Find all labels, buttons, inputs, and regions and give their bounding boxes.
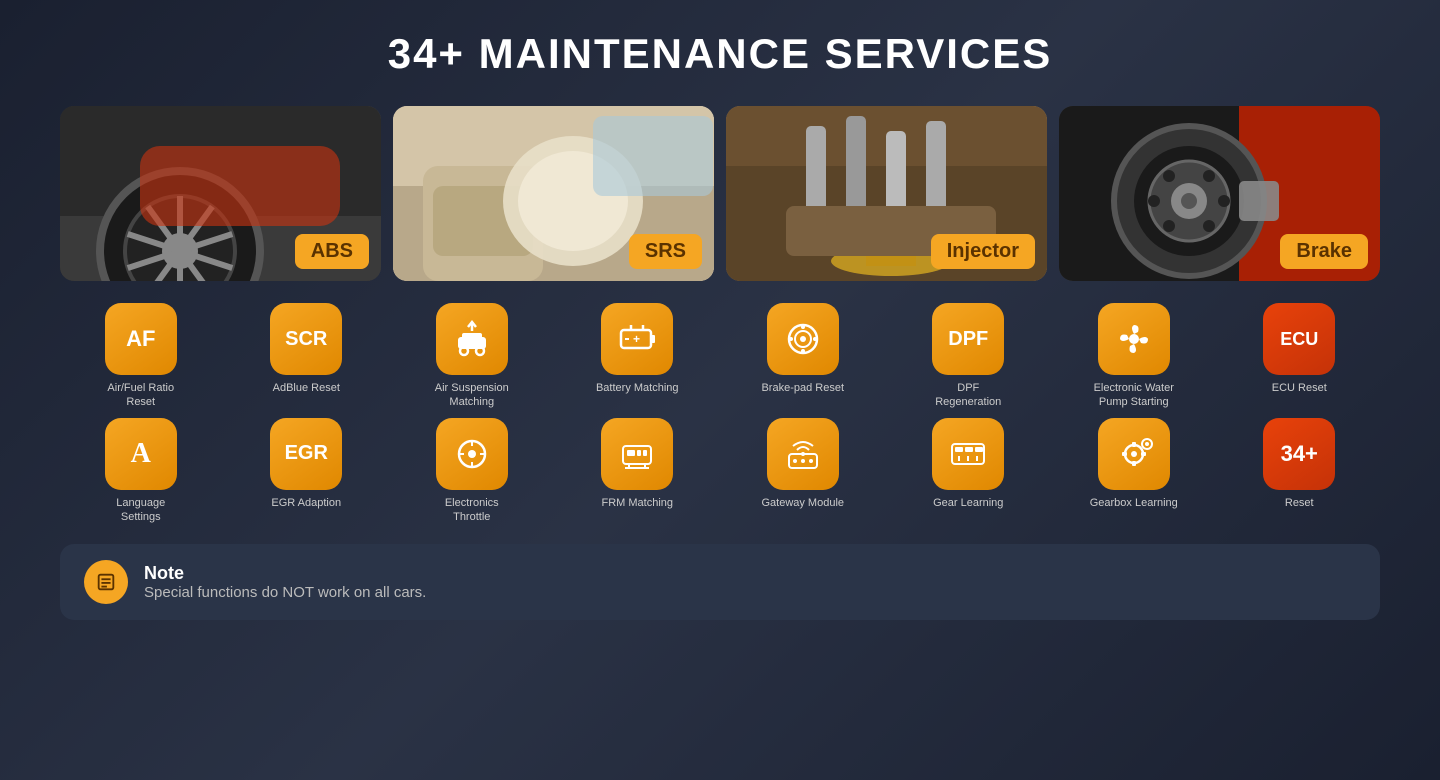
icon-box-reset: 34+ [1263,418,1335,490]
gear-label: Gear Learning [933,496,1003,510]
battery-icon: + [615,317,659,361]
brake-pad-icon [781,317,825,361]
card-srs[interactable]: SRS [393,106,714,281]
af-symbol: AF [126,326,155,352]
card-brake[interactable]: Brake [1059,106,1380,281]
icon-item-gear[interactable]: Gear Learning [888,418,1050,525]
dpf-symbol: DPF [948,328,988,351]
icon-item-brake-pad[interactable]: Brake-pad Reset [722,303,884,410]
icon-item-egr[interactable]: EGR EGR Adaption [226,418,388,525]
reset-label: Reset [1285,496,1314,510]
brake-pad-label: Brake-pad Reset [761,381,844,395]
icon-item-gearbox[interactable]: Gearbox Learning [1053,418,1215,525]
egr-label: EGR Adaption [271,496,341,510]
ecu-label: ECU Reset [1272,381,1327,395]
ecu-symbol: ECU [1280,329,1318,350]
card-injector-label: Injector [931,234,1035,269]
note-content: Note Special functions do NOT work on al… [144,563,426,601]
icon-box-af: AF [105,303,177,375]
icon-item-ecu[interactable]: ECU ECU Reset [1219,303,1381,410]
note-bar: Note Special functions do NOT work on al… [60,544,1380,620]
router-icon [781,432,825,476]
icon-box-air-suspension [436,303,508,375]
icon-box-battery: + [601,303,673,375]
language-symbol: A [131,438,151,470]
icon-box-brake-pad [767,303,839,375]
icon-item-af[interactable]: AF Air/Fuel Ratio Reset [60,303,222,410]
car-up-icon [450,317,494,361]
icon-item-throttle[interactable]: Electronics Throttle [391,418,553,525]
scr-symbol: SCR [285,328,327,351]
scr-label: AdBlue Reset [273,381,340,395]
icon-box-frm [601,418,673,490]
icon-box-ecu: ECU [1263,303,1335,375]
icon-item-battery[interactable]: + Battery Matching [557,303,719,410]
icon-box-gear [932,418,1004,490]
card-injector[interactable]: Injector [726,106,1047,281]
note-description: Special functions do NOT work on all car… [144,584,426,601]
icon-item-scr[interactable]: SCR AdBlue Reset [226,303,388,410]
icon-box-dpf: DPF [932,303,1004,375]
icon-box-scr: SCR [270,303,342,375]
image-cards-row: ABS SRS [60,106,1380,281]
icon-item-language[interactable]: A Language Settings [60,418,222,525]
throttle-icon [450,432,494,476]
note-title: Note [144,563,426,584]
battery-label: Battery Matching [596,381,679,395]
icon-box-gearbox [1098,418,1170,490]
language-label: Language Settings [96,496,186,525]
icons-grid: AF Air/Fuel Ratio Reset SCR AdBlue Reset… [60,303,1380,524]
frm-icon [615,432,659,476]
gateway-label: Gateway Module [761,496,844,510]
fan-icon [1112,317,1156,361]
icon-item-reset[interactable]: 34+ Reset [1219,418,1381,525]
note-icon [84,560,128,604]
icon-box-gateway [767,418,839,490]
card-abs-label: ABS [295,234,369,269]
air-suspension-label: Air Suspension Matching [427,381,517,410]
svg-text:+: + [633,332,640,346]
gearbox-label: Gearbox Learning [1090,496,1178,510]
gear-dial-icon [946,432,990,476]
icon-box-egr: EGR [270,418,342,490]
icon-item-gateway[interactable]: Gateway Module [722,418,884,525]
icon-box-water-pump [1098,303,1170,375]
reset-symbol: 34+ [1281,441,1318,467]
card-abs[interactable]: ABS [60,106,381,281]
page-title: 34+ MAINTENANCE SERVICES [388,30,1053,78]
icon-item-dpf[interactable]: DPF DPF Regeneration [888,303,1050,410]
icon-item-frm[interactable]: FRM Matching [557,418,719,525]
water-pump-label: Electronic Water Pump Starting [1089,381,1179,410]
dpf-label: DPF Regeneration [923,381,1013,410]
icon-item-air-suspension[interactable]: Air Suspension Matching [391,303,553,410]
gearbox-icon [1112,432,1156,476]
egr-symbol: EGR [285,442,328,465]
icon-box-language: A [105,418,177,490]
frm-label: FRM Matching [601,496,673,510]
card-brake-label: Brake [1280,234,1368,269]
card-srs-label: SRS [629,234,702,269]
af-label: Air/Fuel Ratio Reset [96,381,186,410]
icon-box-throttle [436,418,508,490]
note-list-icon [95,571,117,593]
icon-item-water-pump[interactable]: Electronic Water Pump Starting [1053,303,1215,410]
throttle-label: Electronics Throttle [427,496,517,525]
